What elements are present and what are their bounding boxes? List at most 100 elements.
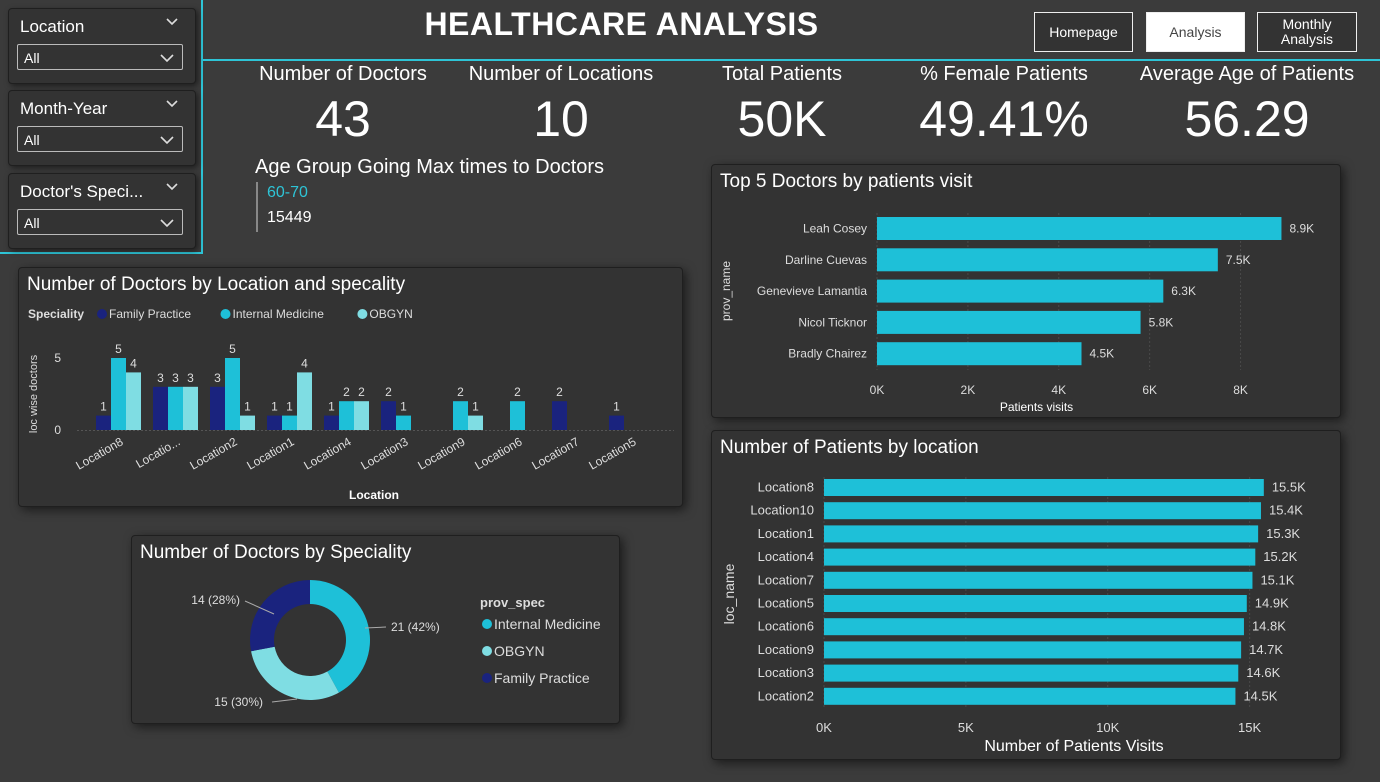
top5-doctors-card[interactable]: Top 5 Doctors by patients visit 0K 2K 4K 6K… — [711, 164, 1341, 418]
data-label: 4 — [130, 356, 137, 370]
data-label: 14 (28%) — [191, 593, 240, 607]
chevron-down-icon — [160, 136, 174, 145]
monthly-analysis-line2: Analysis — [1280, 31, 1334, 47]
legend-label: Internal Medicine — [494, 616, 601, 632]
x-axis-title: Number of Patients Visits — [984, 738, 1163, 755]
pie-slice — [251, 646, 339, 700]
data-label: 6.3K — [1171, 284, 1196, 298]
kpi-value: 50K — [737, 91, 827, 147]
kpi-value: 56.29 — [1184, 91, 1310, 147]
bar — [824, 641, 1242, 659]
x-tick-label: Location4 — [301, 434, 353, 472]
legend-label: Family Practice — [494, 670, 590, 686]
legend-label: Internal Medicine — [233, 307, 325, 321]
data-label: 2 — [385, 385, 392, 399]
bar — [824, 525, 1259, 543]
legend-marker — [482, 673, 492, 683]
homepage-button[interactable]: Homepage — [1034, 12, 1133, 52]
monthly-analysis-button[interactable]: Monthly Analysis — [1257, 12, 1357, 52]
data-label: 1 — [328, 400, 335, 414]
bar — [552, 401, 567, 430]
data-label: 21 (42%) — [391, 620, 440, 634]
bar — [381, 401, 396, 430]
y-axis-title: loc wise doctors — [28, 354, 40, 433]
data-label: 14.5K — [1243, 688, 1277, 703]
slicer-panel: Location All Month-Year All Doctor's Spe… — [0, 0, 203, 254]
location-slicer-title: Location — [20, 17, 85, 36]
bar — [877, 342, 1082, 366]
y-tick-label: Location2 — [758, 688, 814, 703]
location-dropdown[interactable]: All — [17, 44, 183, 70]
speciality-dropdown[interactable]: All — [17, 209, 183, 235]
legend-marker — [482, 646, 492, 656]
doctors-by-location-card[interactable]: Number of Doctors by Location and specal… — [18, 267, 683, 507]
age-group-value: 15449 — [267, 209, 312, 226]
x-tick-label: 6K — [1142, 383, 1157, 397]
data-label: 2 — [556, 385, 563, 399]
x-tick-label: Location5 — [586, 434, 638, 472]
month-year-slicer-title: Month-Year — [20, 99, 108, 118]
bar — [824, 618, 1244, 636]
x-tick-label: 4K — [1051, 383, 1066, 397]
data-label: 2 — [343, 385, 350, 399]
x-tick-label: Location1 — [244, 434, 296, 472]
bar — [225, 358, 240, 430]
x-axis-title: Patients visits — [1000, 400, 1073, 414]
data-label: 14.6K — [1246, 665, 1280, 680]
speciality-slicer[interactable]: Doctor's Speci... All — [8, 173, 196, 249]
bar — [609, 415, 624, 430]
x-tick-label: Location3 — [358, 434, 410, 472]
location-slicer[interactable]: Location All — [8, 8, 196, 84]
y-tick-label: Leah Cosey — [803, 222, 867, 236]
monthly-analysis-line1: Monthly — [1282, 16, 1332, 32]
kpi-label: Number of Doctors — [259, 63, 427, 85]
month-year-dropdown[interactable]: All — [17, 126, 183, 152]
bar — [824, 479, 1264, 496]
legend-title: Speciality — [28, 307, 84, 321]
pie-slice — [250, 580, 310, 652]
x-tick-label: 0K — [870, 383, 885, 397]
x-tick-label: 15K — [1238, 720, 1261, 735]
data-label: 1 — [613, 400, 620, 414]
patients-by-location-card[interactable]: Number of Patients by location 0K 5K 10K 15… — [711, 430, 1341, 760]
legend-label: OBGYN — [369, 307, 412, 321]
data-label: 1 — [286, 400, 293, 414]
bar — [824, 664, 1239, 682]
age-group-category: 60-70 — [267, 184, 308, 201]
kpi-value: 49.41% — [919, 91, 1089, 147]
data-label: 2 — [514, 385, 521, 399]
chevron-down-icon[interactable] — [165, 15, 179, 29]
bar — [282, 415, 297, 430]
analysis-button[interactable]: Analysis — [1146, 12, 1245, 52]
data-label: 3 — [157, 371, 164, 385]
data-label: 14.8K — [1252, 619, 1286, 634]
location-dropdown-value: All — [24, 50, 40, 66]
legend-label: Family Practice — [109, 307, 191, 321]
kpi-female: % Female Patients 49.41% — [894, 63, 1114, 148]
x-tick-label: Location9 — [415, 434, 467, 472]
bar — [510, 401, 525, 430]
header-divider — [203, 59, 1380, 61]
y-tick-label: Genevieve Lamantia — [757, 284, 867, 298]
data-label: 1 — [100, 400, 107, 414]
chevron-down-icon[interactable] — [165, 180, 179, 194]
data-label: 8.9K — [1289, 222, 1314, 236]
legend-marker — [97, 309, 107, 319]
bar — [877, 310, 1141, 334]
y-tick-label: Location4 — [758, 549, 814, 564]
doctors-by-speciality-card[interactable]: Number of Doctors by Speciality 21 (42%)… — [131, 535, 620, 724]
data-label: 14.7K — [1249, 642, 1283, 657]
y-tick-label: Location9 — [758, 642, 814, 657]
chevron-down-icon — [160, 219, 174, 228]
x-tick-label: Location8 — [73, 434, 125, 472]
x-tick-label: 0K — [816, 720, 832, 735]
doctors-by-location-chart: Speciality Family Practice Internal Medici… — [28, 307, 674, 502]
y-axis-title: loc_name — [721, 563, 737, 624]
data-label: 15.2K — [1263, 549, 1297, 564]
month-year-slicer[interactable]: Month-Year All — [8, 90, 196, 166]
y-tick-label: Location3 — [758, 665, 814, 680]
bar — [354, 401, 369, 430]
bar — [468, 415, 483, 430]
chevron-down-icon[interactable] — [165, 97, 179, 111]
bar — [824, 571, 1253, 589]
